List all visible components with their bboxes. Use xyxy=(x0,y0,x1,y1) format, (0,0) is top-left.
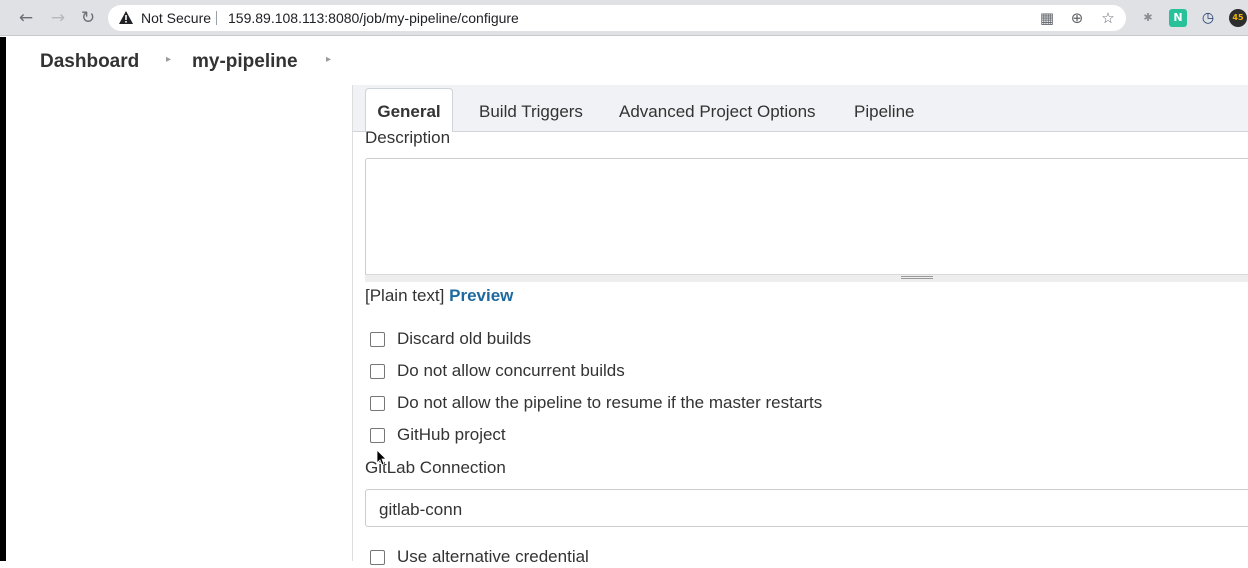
badge-extension-icon[interactable]: 45 xyxy=(1229,9,1247,27)
alt-credential-option[interactable]: Use alternative credential xyxy=(370,546,589,568)
discard-old-builds-label[interactable]: Discard old builds xyxy=(397,329,531,349)
tab-build-triggers[interactable]: Build Triggers xyxy=(479,102,583,122)
no-concurrent-builds-label[interactable]: Do not allow concurrent builds xyxy=(397,361,625,381)
reload-icon[interactable]: ↻ xyxy=(78,8,98,28)
qr-code-icon[interactable]: ▦ xyxy=(1038,9,1056,27)
description-label: Description xyxy=(365,128,451,147)
preview-link[interactable]: Preview xyxy=(449,286,513,305)
forward-arrow-icon[interactable]: → xyxy=(48,8,68,28)
github-project-option[interactable]: GitHub project xyxy=(370,424,506,446)
clock-extension-icon[interactable]: ◷ xyxy=(1199,9,1217,27)
breadcrumb-job[interactable]: my-pipeline xyxy=(192,51,298,73)
warning-icon xyxy=(119,11,133,24)
browser-toolbar: ← → ↻ Not Secure 159.89.108.113:8080/job… xyxy=(0,0,1248,36)
description-textarea[interactable] xyxy=(365,158,1248,282)
breadcrumb-chevron-icon[interactable]: ▸ xyxy=(166,54,171,65)
zoom-icon[interactable]: ⊕ xyxy=(1068,9,1086,27)
n-extension-icon[interactable]: N xyxy=(1169,9,1187,27)
no-concurrent-builds-checkbox[interactable] xyxy=(370,363,385,379)
tab-pipeline[interactable]: Pipeline xyxy=(854,102,915,122)
bookmark-star-icon[interactable]: ☆ xyxy=(1099,9,1117,27)
textarea-resize-bar[interactable] xyxy=(365,274,1248,282)
breadcrumb: Dashboard ▸ my-pipeline ▸ xyxy=(6,37,1248,85)
discard-old-builds-option[interactable]: Discard old builds xyxy=(370,328,531,350)
url-text[interactable]: 159.89.108.113:8080/job/my-pipeline/conf… xyxy=(228,10,519,26)
omnibox-divider xyxy=(216,11,217,25)
config-tabbar: General Build Triggers Advanced Project … xyxy=(353,85,1248,133)
resize-grip-icon[interactable] xyxy=(901,276,933,279)
tab-advanced-project-options[interactable]: Advanced Project Options xyxy=(619,102,816,122)
breadcrumb-dashboard[interactable]: Dashboard xyxy=(40,51,139,73)
alt-credential-checkbox[interactable] xyxy=(370,549,385,565)
puzzle-extension-icon[interactable]: ✱ xyxy=(1139,9,1157,27)
github-project-label[interactable]: GitHub project xyxy=(397,425,506,445)
github-project-checkbox[interactable] xyxy=(370,427,385,443)
no-concurrent-builds-option[interactable]: Do not allow concurrent builds xyxy=(370,360,625,382)
no-resume-checkbox[interactable] xyxy=(370,395,385,411)
breadcrumb-chevron-icon[interactable]: ▸ xyxy=(326,54,331,65)
format-note: [Plain text] Preview xyxy=(365,286,513,306)
gitlab-connection-select[interactable]: gitlab-conn xyxy=(365,489,1248,527)
no-resume-option[interactable]: Do not allow the pipeline to resume if t… xyxy=(370,392,822,414)
plain-text-label: [Plain text] xyxy=(365,286,445,305)
mouse-pointer-icon xyxy=(377,450,387,466)
side-panel xyxy=(6,85,352,561)
security-label[interactable]: Not Secure xyxy=(141,10,211,26)
address-bar[interactable]: Not Secure 159.89.108.113:8080/job/my-pi… xyxy=(108,5,1126,31)
no-resume-label[interactable]: Do not allow the pipeline to resume if t… xyxy=(397,393,822,413)
gitlab-connection-value[interactable]: gitlab-conn xyxy=(379,500,462,520)
alt-credential-label[interactable]: Use alternative credential xyxy=(397,547,589,567)
discard-old-builds-checkbox[interactable] xyxy=(370,331,385,347)
tab-general[interactable]: General xyxy=(365,88,453,133)
back-arrow-icon[interactable]: ← xyxy=(16,8,36,28)
general-section: Description [Plain text] Preview Discard… xyxy=(353,128,1248,566)
